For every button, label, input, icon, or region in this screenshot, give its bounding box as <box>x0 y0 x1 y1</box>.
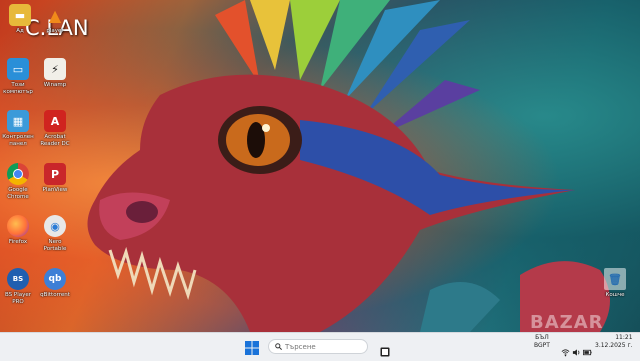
desktop-icon-label: Firefox <box>8 239 28 245</box>
wifi-icon[interactable] <box>561 342 570 357</box>
control-panel-icon: ▦ <box>7 110 29 132</box>
desktop-icon-nero[interactable]: ◉ Nero Portable <box>38 215 72 252</box>
taskbar-search[interactable] <box>268 339 368 354</box>
language-code: БЪЛ <box>535 334 549 341</box>
task-view-button[interactable] <box>380 342 390 357</box>
desktop-icon-bs-player[interactable]: BS BS Player PRO <box>1 268 35 305</box>
winamp-icon: ⚡ <box>44 58 66 80</box>
desktop-icon-label: qBittorrent <box>40 292 70 298</box>
input-language-indicator[interactable]: БЪЛ BGPT <box>534 334 550 349</box>
bs-player-icon: BS <box>7 268 29 290</box>
battery-icon[interactable] <box>583 342 592 356</box>
planview-icon: P <box>44 163 66 185</box>
site-watermark: BAZAR <box>530 312 604 332</box>
system-clock[interactable]: 11:21 3.12.2025 г. <box>595 334 633 350</box>
desktop-icon-acrobat[interactable]: A Acrobat Reader DC <box>38 110 72 147</box>
keyboard-layout: BGPT <box>534 341 550 349</box>
qbittorrent-icon: qb <box>44 268 66 290</box>
search-input[interactable] <box>285 342 365 351</box>
task-view-icon <box>380 347 390 357</box>
desktop-icon-label: Контролен панел <box>2 134 34 147</box>
start-button[interactable] <box>245 340 259 355</box>
desktop-icon-planview[interactable]: P PlanView <box>38 163 72 194</box>
desktop-icon-label: Acrobat Reader DC <box>40 134 70 147</box>
desktop-icon-label: Winamp <box>43 82 67 88</box>
desktop-icon-label: player <box>46 28 64 34</box>
desktop-icon-firefox[interactable]: Firefox <box>1 215 35 246</box>
desktop-icon-label: BS Player PRO <box>4 292 32 305</box>
desktop-icon-chrome[interactable]: Google Chrome <box>1 163 35 200</box>
firefox-icon <box>7 215 29 237</box>
folder-icon: ▬ <box>9 4 31 26</box>
desktop-icon-label: Кошче <box>605 292 625 298</box>
clock-date: 3.12.2025 г. <box>595 342 633 349</box>
clock-time: 11:21 <box>615 334 633 341</box>
desktop-icon-label: Google Chrome <box>7 187 29 200</box>
desktop-icon-this-pc[interactable]: ▭ Този компютър <box>1 58 35 95</box>
vlc-cone-icon: ▲ <box>48 5 62 25</box>
desktop-icon-folder-user[interactable]: ▬ Ад <box>3 4 37 35</box>
dragon-wallpaper <box>87 0 610 332</box>
search-icon <box>275 343 282 350</box>
monitor-icon: ▭ <box>7 58 29 80</box>
desktop: C.LAN ▬ Ад ▲ player ▭ Този компютър ⚡ Wi… <box>0 0 640 332</box>
chrome-icon <box>7 163 29 185</box>
acrobat-icon: A <box>44 110 66 132</box>
taskbar: БЪЛ BGPT 11:21 3.12.2025 г. <box>0 332 640 361</box>
nero-disc-icon: ◉ <box>44 215 66 237</box>
desktop-icon-vlc[interactable]: ▲ player <box>38 4 72 35</box>
desktop-icon-control-panel[interactable]: ▦ Контролен панел <box>1 110 35 147</box>
desktop-icon-label: PlanView <box>42 187 68 193</box>
windows-logo-icon <box>245 341 259 355</box>
volume-icon[interactable] <box>572 342 581 356</box>
desktop-icon-label: Този компютър <box>3 82 33 95</box>
desktop-icon-winamp[interactable]: ⚡ Winamp <box>38 58 72 89</box>
desktop-icon-recycle-bin[interactable]: 🗑 Кошче <box>598 268 632 299</box>
desktop-icon-label: Nero Portable <box>43 239 67 252</box>
recycle-bin-icon: 🗑 <box>604 268 626 290</box>
desktop-icon-label: Ад <box>16 28 24 34</box>
desktop-icon-qbittorrent[interactable]: qb qBittorrent <box>38 268 72 299</box>
